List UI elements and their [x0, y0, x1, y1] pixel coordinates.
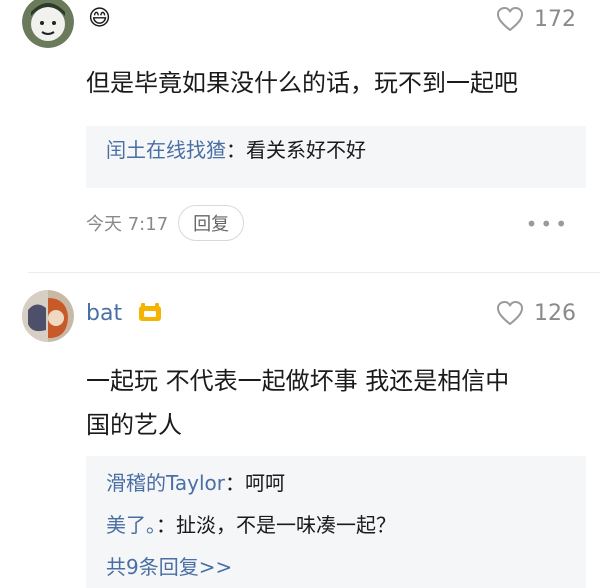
like-count: 172 — [534, 6, 576, 32]
reply-item[interactable]: 滑稽的Taylor：呵呵 — [106, 462, 566, 504]
comment-meta: 今天 7:17 回复 — [86, 205, 245, 241]
reply-user-name[interactable]: 滑稽的Taylor — [106, 471, 225, 495]
heart-icon — [497, 7, 523, 31]
comment-text: 但是毕竟如果没什么的话，玩不到一起吧 — [86, 69, 518, 97]
comment-text: 一起玩 不代表一起做坏事 我还是相信中 国的艺人 — [86, 359, 586, 447]
reply-item[interactable]: 美了。：扯淡，不是一味凑一起？ — [106, 504, 566, 546]
comment-text-line: 一起玩 不代表一起做坏事 我还是相信中 — [86, 367, 510, 395]
crown-badge-icon — [136, 302, 164, 328]
avatar[interactable] — [22, 290, 74, 342]
emoji-badge: 😄 — [88, 6, 111, 31]
like-count: 126 — [534, 300, 576, 326]
reply-text: 扯淡，不是一味凑一起？ — [176, 513, 396, 537]
divider — [28, 272, 600, 273]
user-name[interactable]: bat — [86, 300, 122, 328]
reply-separator: ： — [226, 138, 246, 162]
more-replies-link[interactable]: 共9条回复>> — [106, 546, 566, 588]
timestamp: 今天 7:17 — [86, 214, 169, 235]
reply-item[interactable]: 闰土在线找猹：看关系好不好 — [106, 130, 566, 170]
reply-text: 呵呵 — [245, 471, 286, 495]
heart-icon — [497, 301, 523, 325]
reply-user-name[interactable]: 闰土在线找猹 — [106, 138, 226, 162]
reply-text: 看关系好不好 — [246, 138, 366, 162]
reply-separator: ： — [225, 471, 246, 495]
avatar[interactable] — [22, 0, 74, 48]
like-button[interactable]: 172 — [496, 6, 576, 32]
more-options-icon[interactable]: ••• — [526, 212, 570, 236]
reply-box[interactable]: 滑稽的Taylor：呵呵 美了。：扯淡，不是一味凑一起？ 共9条回复>> — [86, 456, 586, 588]
comment-text-line: 国的艺人 — [86, 411, 182, 439]
reply-separator: ： — [156, 513, 176, 537]
like-button[interactable]: 126 — [496, 300, 576, 326]
reply-box[interactable]: 闰土在线找猹：看关系好不好 — [86, 126, 586, 188]
reply-button[interactable]: 回复 — [178, 205, 245, 241]
reply-user-name[interactable]: 美了。 — [106, 513, 156, 537]
